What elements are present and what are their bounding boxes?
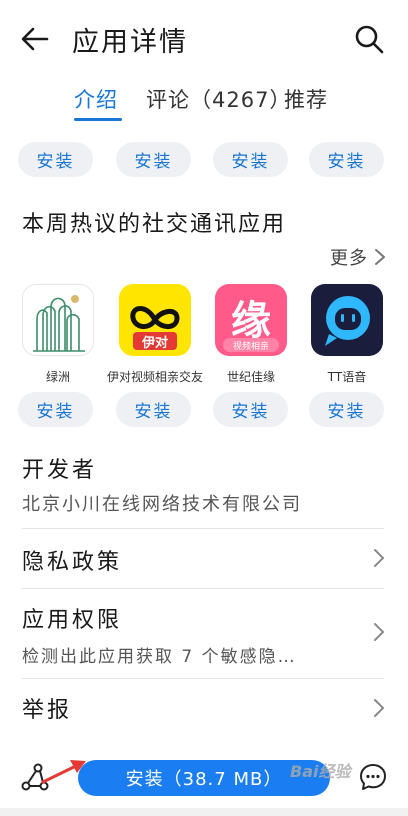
oasis-app-icon: [22, 284, 94, 356]
install-button[interactable]: 安装: [309, 392, 384, 427]
tab-bar: 介绍 评论（4267） 推荐: [0, 78, 408, 124]
jiayuan-icon-sub: 视频相亲: [223, 338, 279, 352]
app-card-yidui[interactable]: 伊对 伊对视频相亲交友: [107, 284, 203, 384]
privacy-title: 隐私政策: [22, 550, 123, 575]
permissions-title: 应用权限: [22, 608, 123, 633]
app-name: 世纪佳缘: [226, 370, 275, 384]
watermark: Bai经验: [290, 762, 351, 781]
navigation-bar: [0, 808, 408, 816]
annotation-arrow-icon: [41, 760, 86, 784]
install-row-top: 安装 安装 安装 安装: [0, 142, 408, 182]
chevron-right-icon: [374, 623, 384, 641]
app-name: 绿洲: [45, 370, 70, 384]
install-button[interactable]: 安装: [116, 392, 191, 427]
divider: [22, 678, 384, 679]
page-title: 应用详情: [72, 27, 188, 58]
app-name: TT语音: [327, 370, 367, 384]
more-link[interactable]: 更多: [330, 244, 386, 270]
app-card-tt[interactable]: TT语音: [305, 284, 389, 384]
section-title: 本周热议的社交通讯应用: [22, 212, 287, 237]
chevron-right-icon: [374, 549, 384, 567]
search-icon: [355, 25, 384, 54]
permissions-subtitle: 检测出此应用获取 7 个敏感隐…: [22, 647, 297, 667]
install-button[interactable]: 安装: [213, 392, 288, 427]
comment-icon[interactable]: [358, 762, 388, 792]
install-button[interactable]: 安装: [213, 142, 288, 177]
app-name: 伊对视频相亲交友: [106, 370, 203, 384]
app-card-oasis[interactable]: 绿洲: [16, 284, 100, 384]
jiayuan-app-icon: 缘 视频相亲: [215, 284, 287, 356]
divider: [22, 588, 384, 589]
tt-voice-app-icon: [311, 284, 383, 356]
app-bar: 应用详情: [0, 0, 408, 76]
tab-recommend[interactable]: 推荐: [284, 84, 328, 114]
yidui-icon-label: 伊对: [141, 335, 168, 351]
install-button[interactable]: 安装: [18, 142, 93, 177]
developer-label: 开发者: [22, 458, 98, 483]
install-button[interactable]: 安装: [309, 142, 384, 177]
install-row-apps: 安装 安装 安装 安装: [0, 392, 408, 432]
developer-name: 北京小川在线网络技术有限公司: [22, 494, 302, 515]
arrow-left-icon: [21, 27, 49, 51]
app-card-jiayuan[interactable]: 缘 视频相亲 世纪佳缘: [209, 284, 293, 384]
install-button[interactable]: 安装: [116, 142, 191, 177]
more-label: 更多: [330, 248, 368, 269]
tab-reviews[interactable]: 评论（4267）: [146, 84, 291, 114]
active-tab-indicator: [74, 118, 122, 121]
report-title: 举报: [22, 698, 73, 723]
search-button[interactable]: [352, 22, 386, 56]
chevron-right-icon: [375, 249, 385, 265]
chevron-right-icon: [374, 699, 384, 717]
install-button[interactable]: 安装: [18, 392, 93, 427]
tab-intro[interactable]: 介绍: [74, 84, 118, 114]
divider: [22, 528, 384, 529]
back-button[interactable]: [18, 22, 52, 56]
yidui-app-icon: 伊对: [119, 284, 191, 356]
